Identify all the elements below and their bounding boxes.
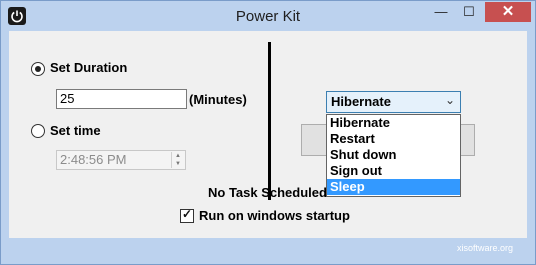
chevron-down-icon[interactable]: ⌄ — [445, 93, 455, 107]
title-bar[interactable]: Power Kit — ☐ ✕ — [1, 1, 535, 31]
main-panel: Set Duration 25 (Minutes) Set time 2:48:… — [9, 31, 527, 238]
action-select[interactable]: Hibernate ⌄ — [326, 91, 461, 113]
set-time-radio[interactable] — [31, 124, 45, 138]
startup-checkbox[interactable]: ✓ — [180, 207, 194, 223]
option-sign-out[interactable]: Sign out — [327, 163, 460, 179]
time-value: 2:48:56 PM — [60, 152, 127, 167]
minutes-label: (Minutes) — [189, 92, 247, 107]
close-button[interactable]: ✕ — [485, 2, 531, 22]
spin-down-icon[interactable]: ▼ — [172, 160, 184, 168]
option-hibernate[interactable]: Hibernate — [327, 115, 460, 131]
maximize-button[interactable]: ☐ — [456, 2, 482, 22]
footer-credit: xisoftware.org — [456, 243, 513, 253]
time-picker[interactable]: 2:48:56 PM ▲ ▼ — [56, 150, 186, 170]
status-text: No Task Scheduled — [208, 185, 327, 200]
time-spinner[interactable]: ▲ ▼ — [171, 152, 184, 168]
option-sleep[interactable]: Sleep — [327, 179, 460, 195]
window-title: Power Kit — [235, 8, 301, 25]
spin-up-icon[interactable]: ▲ — [172, 152, 184, 160]
minimize-button[interactable]: — — [428, 2, 454, 22]
startup-label[interactable]: Run on windows startup — [199, 208, 350, 223]
set-time-label[interactable]: Set time — [50, 123, 101, 138]
option-shut-down[interactable]: Shut down — [327, 147, 460, 163]
option-restart[interactable]: Restart — [327, 131, 460, 147]
set-duration-radio[interactable] — [31, 62, 45, 76]
vertical-divider — [268, 42, 271, 200]
action-dropdown-list: Hibernate Restart Shut down Sign out Sle… — [326, 114, 461, 197]
checkmark-icon: ✓ — [182, 207, 193, 221]
power-kit-window: Power Kit — ☐ ✕ Set Duration 25 (Minutes… — [0, 0, 536, 265]
action-select-value: Hibernate — [331, 94, 391, 109]
duration-input[interactable]: 25 — [56, 89, 187, 109]
set-duration-label[interactable]: Set Duration — [50, 60, 127, 75]
